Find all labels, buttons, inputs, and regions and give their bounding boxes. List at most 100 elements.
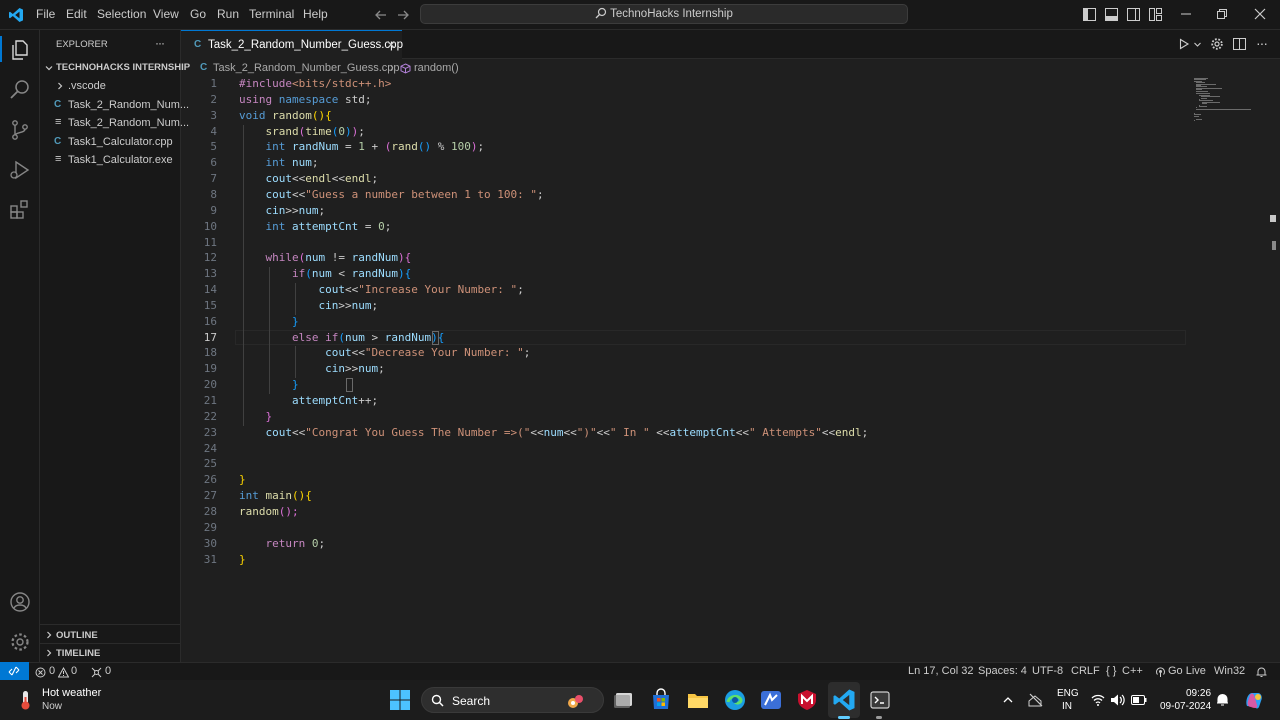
code-line[interactable]: cout<<"Guess a number between 1 to 100: … [239, 188, 544, 201]
source-control-icon[interactable] [8, 118, 32, 142]
mcafee-icon[interactable] [795, 688, 819, 712]
file-explorer-icon[interactable] [686, 688, 710, 712]
minimize-icon[interactable] [1180, 8, 1192, 20]
settings-gear-icon[interactable] [1210, 37, 1224, 51]
battery-icon[interactable] [1131, 694, 1147, 706]
weather-title[interactable]: Hot weather [42, 687, 101, 699]
taskbar-search[interactable]: Search [421, 687, 604, 713]
timeline-section[interactable]: TIMELINE [56, 648, 100, 659]
code-line[interactable]: int randNum = 1 + (rand() % 100); [239, 140, 485, 153]
folder-vscode[interactable]: .vscode [68, 80, 106, 92]
code-line[interactable]: } [239, 553, 246, 566]
error-count[interactable]: 0 [49, 665, 55, 677]
edge-browser-icon[interactable] [723, 688, 747, 712]
tab-task2-cpp[interactable]: C Task_2_Random_Number_Guess.cpp ✕ [181, 30, 403, 59]
forward-arrow-icon[interactable] [396, 8, 410, 22]
explorer-icon[interactable] [8, 38, 32, 62]
network-offline-icon[interactable] [1028, 692, 1044, 708]
encoding[interactable]: UTF-8 [1032, 665, 1063, 677]
command-center-search[interactable]: TechnoHacks Internship [420, 4, 908, 24]
task-view-icon[interactable] [612, 688, 636, 712]
notification-bell-icon[interactable] [1256, 666, 1267, 678]
indentation[interactable]: Spaces: 4 [978, 665, 1027, 677]
run-debug-icon[interactable] [8, 158, 32, 182]
copilot-icon[interactable] [1243, 689, 1265, 711]
toggle-panel-icon[interactable] [1105, 8, 1118, 21]
ports-icon[interactable] [91, 667, 102, 678]
code-line[interactable]: #include<bits/stdc++.h> [239, 77, 391, 90]
notification-icon[interactable] [1216, 693, 1229, 707]
microsoft-store-icon[interactable] [649, 688, 673, 712]
code-line[interactable]: cin>>num; [239, 299, 378, 312]
customize-layout-icon[interactable] [1149, 8, 1162, 21]
menu-terminal[interactable]: Terminal [249, 7, 294, 21]
tab-close-icon[interactable]: ✕ [386, 38, 396, 52]
accounts-icon[interactable] [8, 590, 32, 614]
warning-icon[interactable] [58, 667, 69, 678]
code-line[interactable]: cout<<endl<<endl; [239, 172, 379, 185]
code-line[interactable]: } [239, 473, 246, 486]
code-line[interactable]: using namespace std; [239, 93, 371, 106]
go-live-button[interactable]: Go Live [1168, 665, 1206, 677]
minimap[interactable] [1190, 76, 1268, 136]
input-region[interactable]: IN [1062, 701, 1072, 712]
menu-run[interactable]: Run [217, 7, 239, 21]
code-line[interactable]: } [239, 315, 299, 328]
code-line[interactable]: cin>>num; [239, 204, 326, 217]
menu-file[interactable]: File [36, 7, 55, 21]
clock-date[interactable]: 09-07-2024 [1160, 701, 1211, 712]
breadcrumb-file[interactable]: Task_2_Random_Number_Guess.cpp [213, 62, 400, 74]
wifi-icon[interactable] [1091, 693, 1105, 707]
restore-icon[interactable] [1216, 8, 1228, 20]
menu-view[interactable]: View [153, 7, 179, 21]
platform[interactable]: Win32 [1214, 665, 1245, 677]
toggle-primary-sidebar-icon[interactable] [1083, 8, 1096, 21]
code-line[interactable]: random(); [239, 505, 299, 518]
file-task1-exe[interactable]: Task1_Calculator.exe [68, 154, 173, 166]
code-line[interactable]: return 0; [239, 537, 326, 550]
menu-edit[interactable]: Edit [66, 7, 87, 21]
thermometer-icon[interactable] [16, 689, 36, 711]
volume-icon[interactable] [1110, 693, 1125, 707]
code-line[interactable]: } [239, 378, 299, 391]
vscode-logo-icon[interactable] [8, 7, 24, 23]
code-line[interactable]: attemptCnt++; [239, 394, 378, 407]
workspace-root[interactable]: TECHNOHACKS INTERNSHIP [56, 62, 190, 73]
more-actions-icon[interactable]: ··· [1256, 35, 1268, 51]
code-line[interactable]: while(num != randNum){ [239, 251, 412, 264]
code-line[interactable]: int attemptCnt = 0; [239, 220, 392, 233]
scrollbar-thumb[interactable] [1272, 241, 1276, 250]
warning-count[interactable]: 0 [71, 665, 77, 677]
outline-section[interactable]: OUTLINE [56, 630, 98, 641]
vscode-taskbar-icon[interactable] [832, 688, 856, 712]
chevron-down-icon[interactable] [1193, 40, 1202, 49]
code-line[interactable]: cout<<"Congrat You Guess The Number =>("… [239, 426, 869, 439]
code-line[interactable]: int num; [239, 156, 319, 169]
manage-gear-icon[interactable] [8, 630, 32, 654]
file-task2-exe[interactable]: Task_2_Random_Num... [68, 117, 189, 129]
clock-time[interactable]: 09:26 [1186, 688, 1211, 699]
code-line[interactable]: if(num < randNum){ [239, 267, 411, 280]
ports-count[interactable]: 0 [105, 665, 111, 677]
search-view-icon[interactable] [8, 78, 32, 102]
code-line[interactable]: cin>>num; [239, 362, 385, 375]
powerautomate-icon[interactable] [759, 688, 783, 712]
error-icon[interactable] [35, 667, 46, 678]
input-language[interactable]: ENG [1057, 688, 1079, 699]
cursor-position[interactable]: Ln 17, Col 32 [908, 665, 973, 677]
code-line[interactable]: cout<<"Decrease Your Number: "; [239, 346, 530, 359]
remote-button[interactable] [0, 662, 29, 680]
language-mode[interactable]: C++ [1122, 665, 1143, 677]
close-window-icon[interactable] [1254, 8, 1266, 20]
code-line[interactable]: cout<<"Increase Your Number: "; [239, 283, 523, 296]
code-line[interactable]: } [239, 410, 273, 423]
terminal-icon[interactable] [868, 688, 892, 712]
code-line[interactable]: srand(time(0)); [239, 125, 365, 138]
toggle-secondary-sidebar-icon[interactable] [1127, 8, 1140, 21]
end-of-line[interactable]: CRLF [1071, 665, 1100, 677]
file-task1-cpp[interactable]: Task1_Calculator.cpp [68, 136, 173, 148]
code-line[interactable]: else if(num > randNum){ [239, 331, 444, 344]
run-file-icon[interactable] [1178, 38, 1190, 50]
extensions-icon[interactable] [8, 198, 32, 222]
menu-selection[interactable]: Selection [97, 7, 146, 21]
